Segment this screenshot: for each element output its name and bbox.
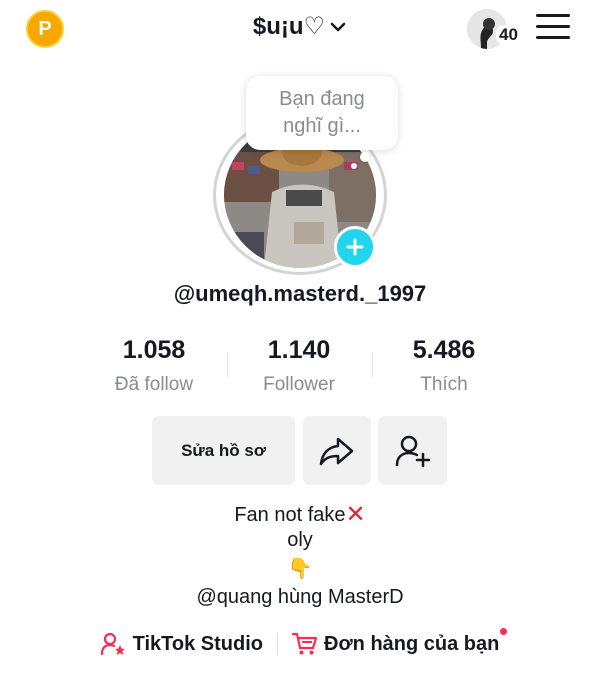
- hamburger-menu-icon[interactable]: [536, 14, 570, 44]
- edit-profile-button[interactable]: Sửa hồ sơ: [152, 416, 295, 485]
- share-profile-button[interactable]: [303, 416, 371, 485]
- bio-line-2: oly: [0, 529, 600, 552]
- bio-line-4-text: @quang hùng MasterD: [196, 586, 404, 608]
- bio-line-1-text: Fan not fake: [234, 504, 346, 526]
- orders-label: Đơn hàng của bạn: [324, 632, 500, 655]
- username-title: $u¡u♡: [252, 13, 326, 40]
- bio-line-2-text: oly: [287, 529, 313, 551]
- stat-likes-value: 5.486: [412, 336, 476, 364]
- bubble-tail-dot: [360, 152, 370, 162]
- link-separator: [277, 633, 279, 655]
- stat-following-label: Đã follow: [114, 374, 194, 395]
- bio-line-1: Fan not fake✕: [0, 500, 600, 529]
- orders-link[interactable]: Đơn hàng của bạn: [292, 628, 508, 656]
- stat-following-value: 1.058: [122, 336, 186, 364]
- bio-line-4: @quang hùng MasterD: [0, 586, 600, 609]
- stat-following[interactable]: 1.058 Đã follow: [79, 336, 229, 396]
- profile-handle: @umeqh.masterd._1997: [173, 281, 427, 306]
- add-story-button[interactable]: [334, 226, 376, 268]
- bio-line-3: 👇: [0, 556, 600, 581]
- chevron-down-icon: [329, 18, 347, 36]
- bottom-links: TikTok Studio Đơn hàng của bạn: [0, 628, 600, 660]
- tiktok-studio-link[interactable]: TikTok Studio: [100, 632, 264, 656]
- add-friend-icon: [395, 435, 430, 467]
- thought-bubble[interactable]: Bạn đang nghĩ gì...: [246, 76, 398, 150]
- plus-icon: [346, 238, 364, 256]
- stat-followers-value: 1.140: [267, 336, 331, 364]
- tiktok-studio-label: TikTok Studio: [132, 632, 264, 655]
- cart-icon: [292, 632, 318, 655]
- add-friend-button[interactable]: [378, 416, 447, 485]
- pointing-down-icon: 👇: [287, 558, 313, 580]
- thought-bubble-text: Bạn đang nghĩ gì...: [279, 88, 365, 137]
- share-arrow-icon: [319, 437, 354, 465]
- profile-screen: P $u¡u♡ 40 Bạn đang nghĩ gì... @umeqh.ma…: [0, 0, 600, 683]
- stat-followers-label: Follower: [263, 374, 335, 395]
- studio-person-star-icon: [100, 632, 125, 656]
- bubble-tail-dot-small: [351, 163, 357, 169]
- stat-likes[interactable]: 5.486 Thích: [369, 336, 519, 396]
- stat-followers[interactable]: 1.140 Follower: [224, 336, 374, 396]
- edit-profile-label: Sửa hồ sơ: [181, 440, 266, 460]
- friends-count-badge: 40: [496, 25, 521, 45]
- notification-dot: [500, 628, 508, 635]
- cross-mark-icon: ✕: [345, 501, 366, 528]
- stat-likes-label: Thích: [420, 374, 468, 395]
